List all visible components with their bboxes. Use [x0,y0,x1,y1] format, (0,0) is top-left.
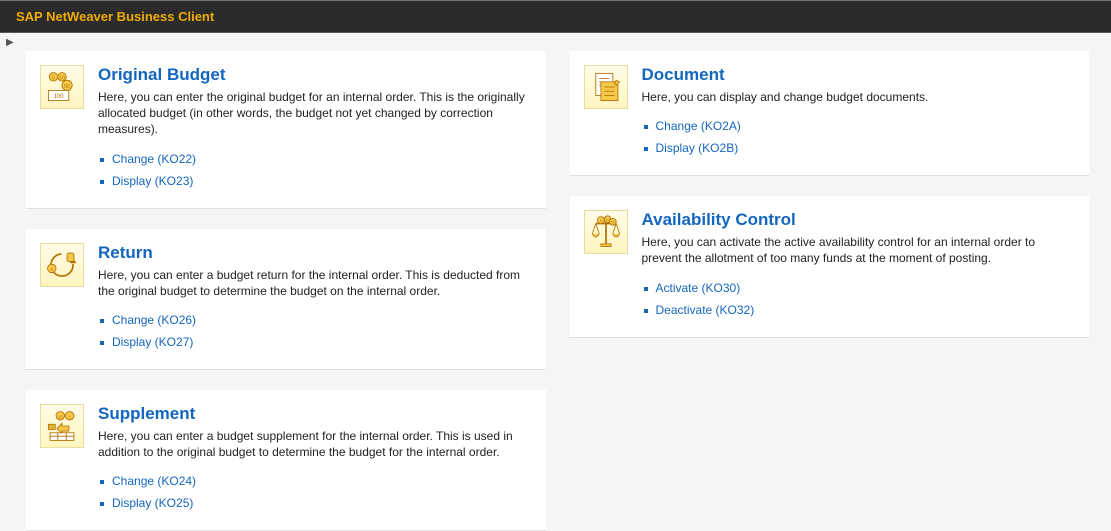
list-item: Activate (KO30) [642,277,1076,299]
transaction-link[interactable]: Deactivate (KO32) [656,303,755,317]
transaction-link[interactable]: Display (KO25) [112,496,193,510]
card-original-budget: 5 10 50 100 Original Budget Here, you can ent… [26,51,546,209]
svg-text:10: 10 [59,75,65,81]
return-icon: 5 [40,243,84,287]
card-description: Here, you can enter a budget supplement … [98,428,532,460]
card-body: Return Here, you can enter a budget retur… [98,243,532,353]
card-body: Supplement Here, you can enter a budget s… [98,404,532,514]
transaction-link[interactable]: Change (KO2A) [656,119,741,133]
svg-text:5: 5 [599,219,601,223]
svg-text:50: 50 [610,221,614,225]
list-item: Display (KO23) [98,170,532,192]
scale-icon: 51050 [584,210,628,254]
list-item: Display (KO2B) [642,137,1076,159]
card-title[interactable]: Original Budget [98,65,532,85]
transaction-link[interactable]: Change (KO26) [112,313,196,327]
link-list: Change (KO26) Display (KO27) [98,309,532,353]
card-availability-control: 51050 Availability Control Here, you can a… [570,196,1090,337]
card-body: Availability Control Here, you can activa… [642,210,1076,320]
chevron-right-icon[interactable]: ▶ [4,39,1107,47]
list-item: Deactivate (KO32) [642,299,1076,321]
list-item: Change (KO26) [98,309,532,331]
transaction-link[interactable]: Display (KO23) [112,174,193,188]
link-list: Change (KO2A) Display (KO2B) [642,115,1076,159]
list-item: Display (KO25) [98,492,532,514]
list-item: Display (KO27) [98,331,532,353]
card-description: Here, you can display and change budget … [642,89,1076,105]
transaction-link[interactable]: Activate (KO30) [656,281,741,295]
transaction-link[interactable]: Change (KO24) [112,474,196,488]
work-area: ▶ 51050100Original BudgetHere, you can e… [0,33,1111,531]
list-item: Change (KO2A) [642,115,1076,137]
document-icon [584,65,628,109]
column: 5 10 50 100 Original Budget Here, you can ent… [26,51,546,531]
app-title: SAP NetWeaver Business Client [16,9,214,24]
supplement-icon: 10550 [40,404,84,448]
card-title[interactable]: Supplement [98,404,532,424]
list-item: Change (KO24) [98,470,532,492]
transaction-link[interactable]: Display (KO27) [112,335,193,349]
card-title[interactable]: Document [642,65,1076,85]
svg-text:50: 50 [64,84,70,90]
transaction-link[interactable]: Change (KO22) [112,152,196,166]
card-description: Here, you can activate the active availa… [642,234,1076,266]
card-supplement: 10550 Supplement Here, you can enter a bud… [26,390,546,531]
list-item: Change (KO22) [98,148,532,170]
svg-text:100: 100 [54,94,65,100]
card-body: Document Here, you can display and change… [642,65,1076,159]
card-description: Here, you can enter a budget return for … [98,267,532,299]
card-body: Original Budget Here, you can enter the o… [98,65,532,192]
card-document: Document Here, you can display and change… [570,51,1090,176]
link-list: Change (KO22) Display (KO23) [98,148,532,192]
card-description: Here, you can enter the original budget … [98,89,532,138]
column: Document Here, you can display and change… [570,51,1090,531]
svg-text:10: 10 [58,414,63,419]
app-title-bar: SAP NetWeaver Business Client [0,0,1111,33]
transaction-link[interactable]: Display (KO2B) [656,141,739,155]
link-list: Change (KO24) Display (KO25) [98,470,532,514]
svg-text:50: 50 [49,424,54,429]
card-title[interactable]: Availability Control [642,210,1076,230]
link-list: Activate (KO30) Deactivate (KO32) [642,277,1076,321]
money-icon: 5 10 50 100 [40,65,84,109]
card-return: 5 Return Here, you can enter a budget retu… [26,229,546,370]
svg-text:5: 5 [52,75,55,81]
card-title[interactable]: Return [98,243,532,263]
